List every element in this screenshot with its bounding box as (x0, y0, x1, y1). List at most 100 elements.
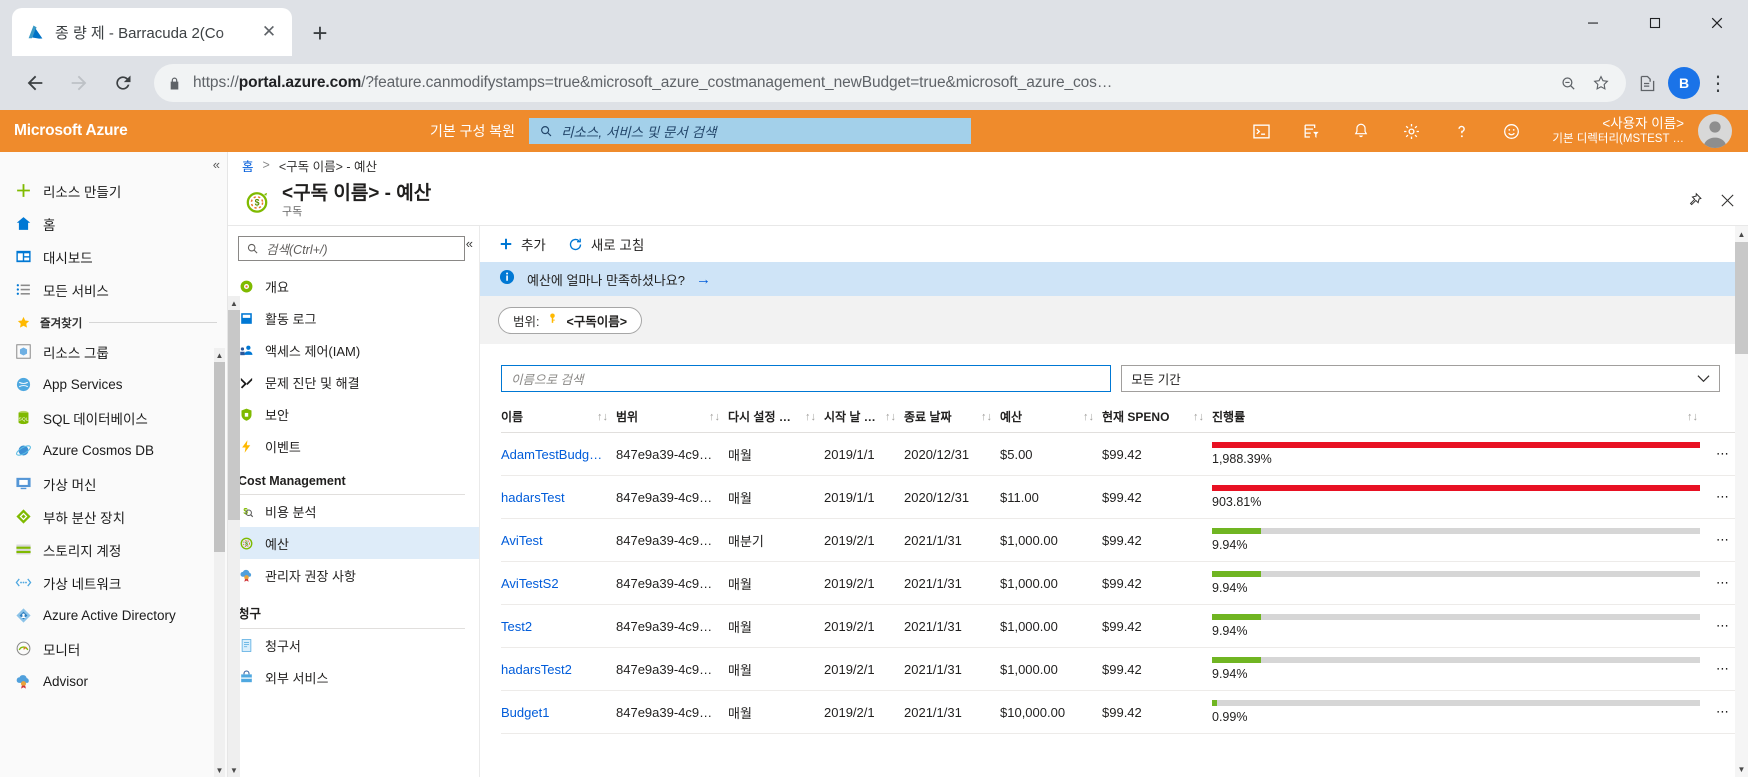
sidebar-item-create-resource[interactable]: 리소스 만들기 (0, 174, 227, 207)
info-arrow-icon[interactable]: → (696, 271, 711, 288)
column-header-scope[interactable]: 범위 ↑↓ (616, 408, 728, 433)
sidebar-item-dashboard[interactable]: 대시보드 (0, 240, 227, 273)
table-row[interactable]: AdamTestBudg… 847e9a39-4c9… 매월 2019/1/1 2020… (501, 432, 1740, 476)
sidebar-item-load-balancers[interactable]: 부하 분산 장치 (0, 500, 227, 533)
scroll-down-icon[interactable]: ▼ (228, 763, 240, 777)
sort-icon[interactable]: ↑↓ (1687, 411, 1698, 423)
scroll-down-icon[interactable]: ▼ (214, 763, 225, 777)
browser-tab[interactable]: 종 량 제 - Barracuda 2(Co ✕ (12, 8, 292, 56)
leftnav-collapse-icon[interactable]: « (213, 157, 220, 172)
cloud-shell-icon[interactable] (1238, 110, 1284, 152)
avatar[interactable] (1698, 114, 1732, 148)
budget-name-link[interactable]: AviTest (501, 533, 543, 548)
scope-selector[interactable]: 범위: <구독이름> (498, 306, 643, 334)
bookmark-star-icon[interactable] (1590, 74, 1612, 92)
profile-avatar[interactable]: B (1668, 67, 1700, 99)
refresh-button[interactable]: 새로 고침 (568, 234, 644, 254)
column-header-reset[interactable]: 다시 설정 … ↑↓ (728, 408, 824, 433)
scroll-up-icon[interactable]: ▲ (1735, 226, 1748, 242)
sidebar-item-cosmos-db[interactable]: Azure Cosmos DB (0, 434, 227, 467)
help-icon[interactable] (1438, 110, 1484, 152)
sidebar-item-monitor[interactable]: 모니터 (0, 632, 227, 665)
budget-name-link[interactable]: hadarsTest2 (501, 662, 572, 677)
scrollbar-thumb[interactable] (214, 362, 225, 552)
settings-gear-icon[interactable] (1388, 110, 1434, 152)
sidebar-item-virtual-networks[interactable]: 가상 네트워크 (0, 566, 227, 599)
sort-icon[interactable]: ↑↓ (709, 411, 720, 423)
blade-menu-search-input[interactable]: 검색(Ctrl+/) (238, 236, 465, 261)
blade-menu-item-activity-log[interactable]: 활동 로그 (228, 302, 479, 334)
tab-close-icon[interactable]: ✕ (258, 21, 280, 43)
sort-icon[interactable]: ↑↓ (885, 411, 896, 423)
budget-name-link[interactable]: AviTestS2 (501, 576, 559, 591)
blade-menu-collapse-icon[interactable]: « (466, 236, 473, 251)
cell-budget-name[interactable]: Budget1 (501, 690, 616, 734)
budget-name-link[interactable]: AdamTestBudg… (501, 447, 602, 462)
column-header-current-spend[interactable]: 현재 SPENO ↑↓ (1102, 408, 1212, 433)
back-button[interactable] (14, 62, 56, 104)
period-select[interactable]: 모든 기간 (1121, 365, 1720, 392)
feedback-smiley-icon[interactable] (1488, 110, 1534, 152)
maximize-button[interactable] (1624, 0, 1686, 46)
forward-button[interactable] (58, 62, 100, 104)
sort-icon[interactable]: ↑↓ (981, 411, 992, 423)
azure-brand[interactable]: Microsoft Azure (0, 122, 430, 140)
sidebar-item-sql-databases[interactable]: SQL SQL 데이터베이스 (0, 401, 227, 434)
blade-menu-item-troubleshoot[interactable]: 문제 진단 및 해결 (228, 366, 479, 398)
table-row[interactable]: hadarsTest2 847e9a39-4c9… 매월 2019/2/1 2021/1… (501, 647, 1740, 691)
blade-menu-item-security[interactable]: 보안 (228, 398, 479, 430)
sort-icon[interactable]: ↑↓ (597, 411, 608, 423)
content-scrollbar[interactable]: ▲ ▼ (1735, 226, 1748, 777)
blade-menu-item-budgets[interactable]: $ 예산 (228, 527, 479, 559)
cell-budget-name[interactable]: AviTestS2 (501, 561, 616, 605)
cell-budget-name[interactable]: hadarsTest2 (501, 647, 616, 691)
budget-name-link[interactable]: hadarsTest (501, 490, 565, 505)
global-search-input[interactable]: 리소스, 서비스 및 문서 검색 (529, 118, 972, 144)
new-tab-button[interactable]: + (305, 18, 335, 48)
column-header-end-date[interactable]: 종료 날짜 ↑↓ (904, 408, 1000, 433)
sidebar-item-storage-accounts[interactable]: 스토리지 계정 (0, 533, 227, 566)
budget-search-input[interactable]: 이름으로 검색 (501, 365, 1112, 392)
scrollbar-thumb[interactable] (228, 310, 240, 520)
cell-budget-name[interactable]: hadarsTest (501, 475, 616, 519)
sort-icon[interactable]: ↑↓ (805, 411, 816, 423)
user-account[interactable]: <사용자 이름> 기본 디렉터리(MSTEST … (1538, 116, 1694, 146)
sort-icon[interactable]: ↑↓ (1193, 411, 1204, 423)
table-row[interactable]: Budget1 847e9a39-4c9… 매월 2019/2/1 2021/1/31 $… (501, 690, 1740, 734)
minimize-button[interactable] (1562, 0, 1624, 46)
sidebar-item-all-services[interactable]: 모든 서비스 (0, 273, 227, 306)
blade-menu-item-invoices[interactable]: 청구서 (228, 629, 479, 661)
scrollbar-thumb[interactable] (1735, 242, 1748, 354)
column-header-progress[interactable]: 진행률 ↑↓ (1212, 408, 1706, 433)
restore-default-link[interactable]: 기본 구성 복원 (430, 121, 529, 141)
extensions-icon[interactable] (1636, 73, 1658, 94)
sidebar-item-app-services[interactable]: App Services (0, 368, 227, 401)
directories-filter-icon[interactable] (1288, 110, 1334, 152)
close-icon[interactable] (1719, 192, 1736, 209)
blade-menu-item-events[interactable]: 이벤트 (228, 430, 479, 462)
budget-name-link[interactable]: Budget1 (501, 705, 549, 720)
browser-menu-icon[interactable]: ⋮ (1702, 63, 1734, 103)
reload-button[interactable] (102, 62, 144, 104)
pin-icon[interactable] (1686, 192, 1703, 209)
sidebar-item-azure-active-directory[interactable]: Azure Active Directory (0, 599, 227, 632)
table-row[interactable]: Test2 847e9a39-4c9… 매월 2019/2/1 2021/1/31 $1,… (501, 604, 1740, 648)
column-header-name[interactable]: 이름 ↑↓ (501, 408, 616, 433)
sidebar-item-home[interactable]: 홈 (0, 207, 227, 240)
table-row[interactable]: AviTest 847e9a39-4c9… 매분기 2019/2/1 2021/1/31… (501, 518, 1740, 562)
sidebar-item-advisor[interactable]: Advisor (0, 665, 227, 698)
sidebar-item-virtual-machines[interactable]: 가상 머신 (0, 467, 227, 500)
cell-budget-name[interactable]: Test2 (501, 604, 616, 648)
sidebar-item-resource-groups[interactable]: 리소스 그룹 (0, 335, 227, 368)
column-header-budget[interactable]: 예산 ↑↓ (1000, 408, 1102, 433)
leftnav-scrollbar[interactable]: ▲ ▼ (214, 348, 225, 777)
table-row[interactable]: AviTestS2 847e9a39-4c9… 매월 2019/2/1 2021/1/3… (501, 561, 1740, 605)
cell-budget-name[interactable]: AviTest (501, 518, 616, 562)
budget-name-link[interactable]: Test2 (501, 619, 532, 634)
scroll-down-icon[interactable]: ▼ (1735, 761, 1748, 777)
blade-menu-item-cost-analysis[interactable]: $ 비용 분석 (228, 495, 479, 527)
close-window-button[interactable] (1686, 0, 1748, 46)
blade-menu-item-advisor-recommendations[interactable]: 관리자 권장 사항 (228, 559, 479, 591)
scroll-up-icon[interactable]: ▲ (214, 348, 225, 362)
column-header-start-date[interactable]: 시작 날 … ↑↓ (824, 408, 904, 433)
